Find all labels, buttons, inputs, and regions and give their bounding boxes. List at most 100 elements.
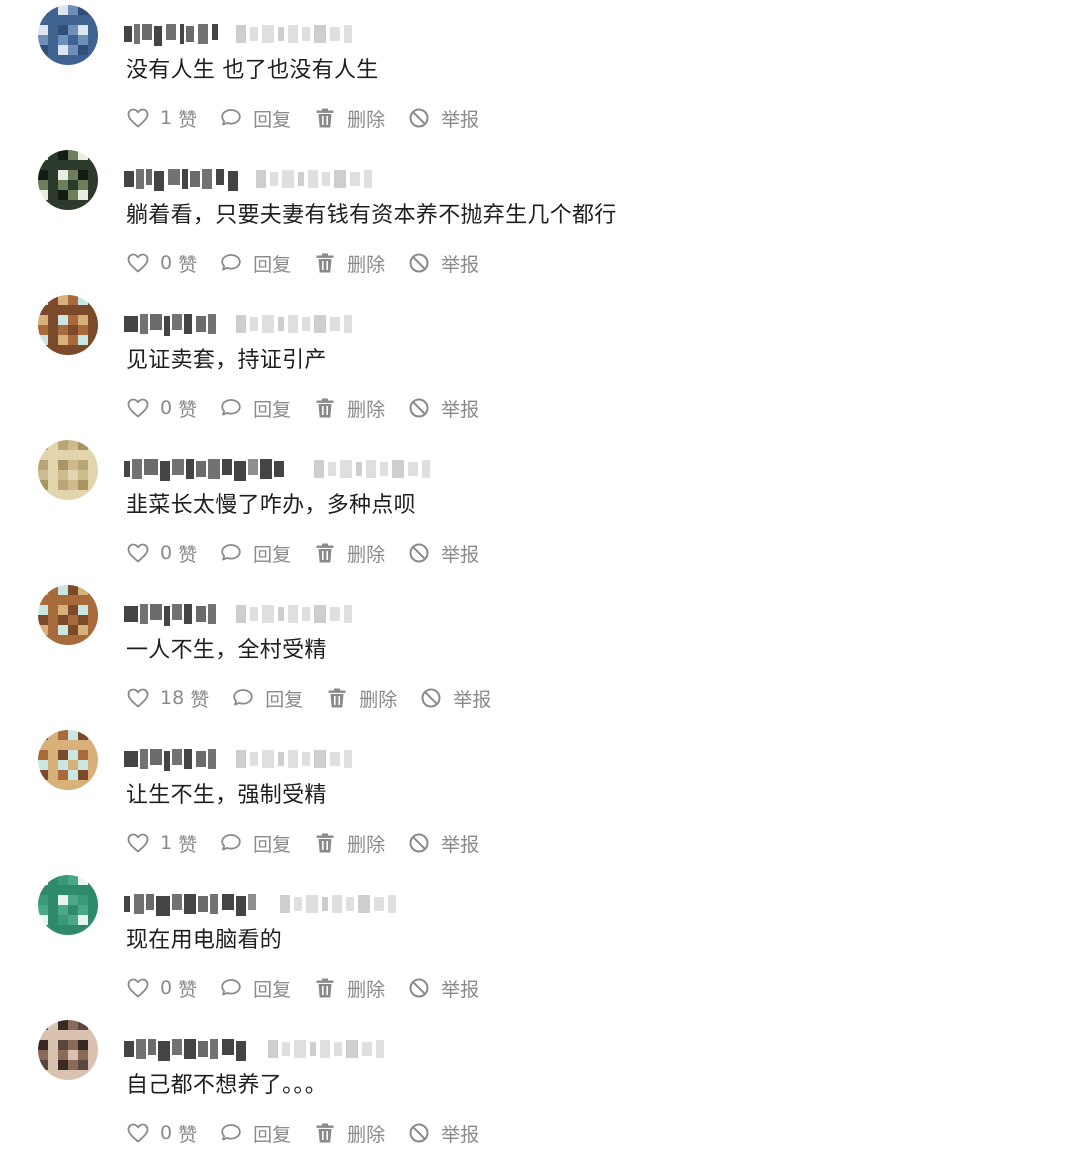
timestamp-blur-block: [250, 317, 258, 331]
avatar-pixel: [68, 915, 78, 925]
avatar-pixel: [58, 460, 68, 470]
avatar-pixel: [48, 490, 58, 500]
avatar[interactable]: [38, 150, 98, 210]
delete-button[interactable]: 删除: [313, 1120, 385, 1147]
username-blur-block: [146, 894, 154, 910]
report-button[interactable]: 举报: [407, 1120, 479, 1147]
delete-label: 删除: [347, 108, 386, 131]
like-button[interactable]: 0 赞: [126, 975, 197, 1002]
avatar-pixel: [68, 5, 78, 15]
username-blur-block: [236, 896, 246, 916]
timestamp-blur-block: [362, 1042, 372, 1056]
reply-button[interactable]: 回复: [219, 540, 291, 567]
report-button[interactable]: 举报: [407, 975, 479, 1002]
delete-button[interactable]: 删除: [313, 105, 385, 132]
report-button[interactable]: 举报: [407, 105, 479, 132]
report-button[interactable]: 举报: [419, 685, 491, 712]
username-blur-block: [184, 314, 192, 334]
reply-button[interactable]: 回复: [219, 830, 291, 857]
comment-actions: 0 赞 回复 删除 举报: [126, 390, 501, 426]
report-button[interactable]: 举报: [407, 540, 479, 567]
delete-button[interactable]: 删除: [325, 685, 397, 712]
avatar-pixel: [58, 895, 68, 905]
avatar[interactable]: [38, 585, 98, 645]
username-blur-block: [140, 604, 148, 624]
delete-label: 删除: [347, 253, 386, 276]
username-blur-block: [124, 461, 130, 477]
avatar-pixel: [38, 35, 48, 45]
avatar-pixel: [38, 1030, 48, 1040]
timestamp-blur-block: [422, 460, 430, 478]
speech-bubble-icon: [221, 834, 241, 851]
like-button[interactable]: 0 赞: [126, 250, 197, 277]
comment-item: 没有人生 也了也没有人生 1 赞 回复 删除 举报: [0, 0, 1080, 145]
reply-button[interactable]: 回复: [219, 1120, 291, 1147]
avatar-pixel: [38, 585, 48, 595]
avatar-pixel: [38, 335, 48, 345]
avatar-pixel: [68, 740, 78, 750]
avatar-pixel: [48, 450, 58, 460]
like-button[interactable]: 0 赞: [126, 1120, 197, 1147]
avatar-pixel: [58, 305, 68, 315]
prohibited-circle-icon: [409, 108, 429, 128]
avatar-pixel: [88, 55, 98, 65]
avatar-pixel: [88, 1030, 98, 1040]
username-blur-block: [222, 894, 234, 910]
avatar[interactable]: [38, 440, 98, 500]
like-button[interactable]: 18 赞: [126, 685, 209, 712]
username-blur-block: [198, 896, 208, 912]
delete-button[interactable]: 删除: [313, 395, 385, 422]
reply-label: 回复: [265, 688, 304, 711]
report-button[interactable]: 举报: [407, 250, 479, 277]
reply-button[interactable]: 回复: [219, 250, 291, 277]
report-label: 举报: [441, 833, 480, 856]
avatar-pixel: [38, 315, 48, 325]
delete-button[interactable]: 删除: [313, 250, 385, 277]
avatar-pixel: [58, 1040, 68, 1050]
timestamp-blur-block: [256, 170, 266, 188]
avatar-pixel: [68, 895, 78, 905]
avatar-pixel: [78, 305, 88, 315]
avatar-pixel: [48, 925, 58, 935]
like-button[interactable]: 0 赞: [126, 540, 197, 567]
avatar[interactable]: [38, 1020, 98, 1080]
avatar[interactable]: [38, 5, 98, 65]
username-blur-block: [208, 459, 220, 479]
reply-button[interactable]: 回复: [219, 975, 291, 1002]
like-button[interactable]: 0 赞: [126, 395, 197, 422]
username-blur-block: [124, 1041, 134, 1057]
avatar-pixel: [38, 740, 48, 750]
avatar[interactable]: [38, 730, 98, 790]
like-count: 0: [160, 977, 173, 999]
delete-button[interactable]: 删除: [313, 830, 385, 857]
avatar-pixel: [38, 1060, 48, 1070]
avatar-pixel: [48, 440, 58, 450]
avatar-pixel: [38, 925, 48, 935]
username-blur-block: [222, 1039, 234, 1055]
reply-button[interactable]: 回复: [219, 105, 291, 132]
avatar-pixel: [68, 750, 78, 760]
delete-button[interactable]: 删除: [313, 975, 385, 1002]
username-blur-block: [208, 314, 216, 334]
avatar[interactable]: [38, 295, 98, 355]
like-count: 1: [160, 107, 173, 129]
timestamp-blur-block: [314, 25, 326, 43]
reply-button[interactable]: 回复: [231, 685, 303, 712]
delete-button[interactable]: 删除: [313, 540, 385, 567]
prohibited-circle-icon: [409, 978, 429, 998]
like-label: 赞: [178, 398, 198, 421]
avatar[interactable]: [38, 875, 98, 935]
speech-bubble-icon: [221, 544, 241, 561]
like-button[interactable]: 1 赞: [126, 830, 197, 857]
like-button[interactable]: 1 赞: [126, 105, 197, 132]
avatar-pixel: [78, 925, 88, 935]
avatar-pixel: [48, 1070, 58, 1080]
report-button[interactable]: 举报: [407, 395, 479, 422]
report-button[interactable]: 举报: [407, 830, 479, 857]
avatar-pixel: [48, 470, 58, 480]
heart-outline-icon: [127, 688, 149, 708]
like-count: 0: [160, 252, 173, 274]
reply-button[interactable]: 回复: [219, 395, 291, 422]
username-blur-block: [166, 24, 176, 40]
avatar-pixel: [68, 1050, 78, 1060]
